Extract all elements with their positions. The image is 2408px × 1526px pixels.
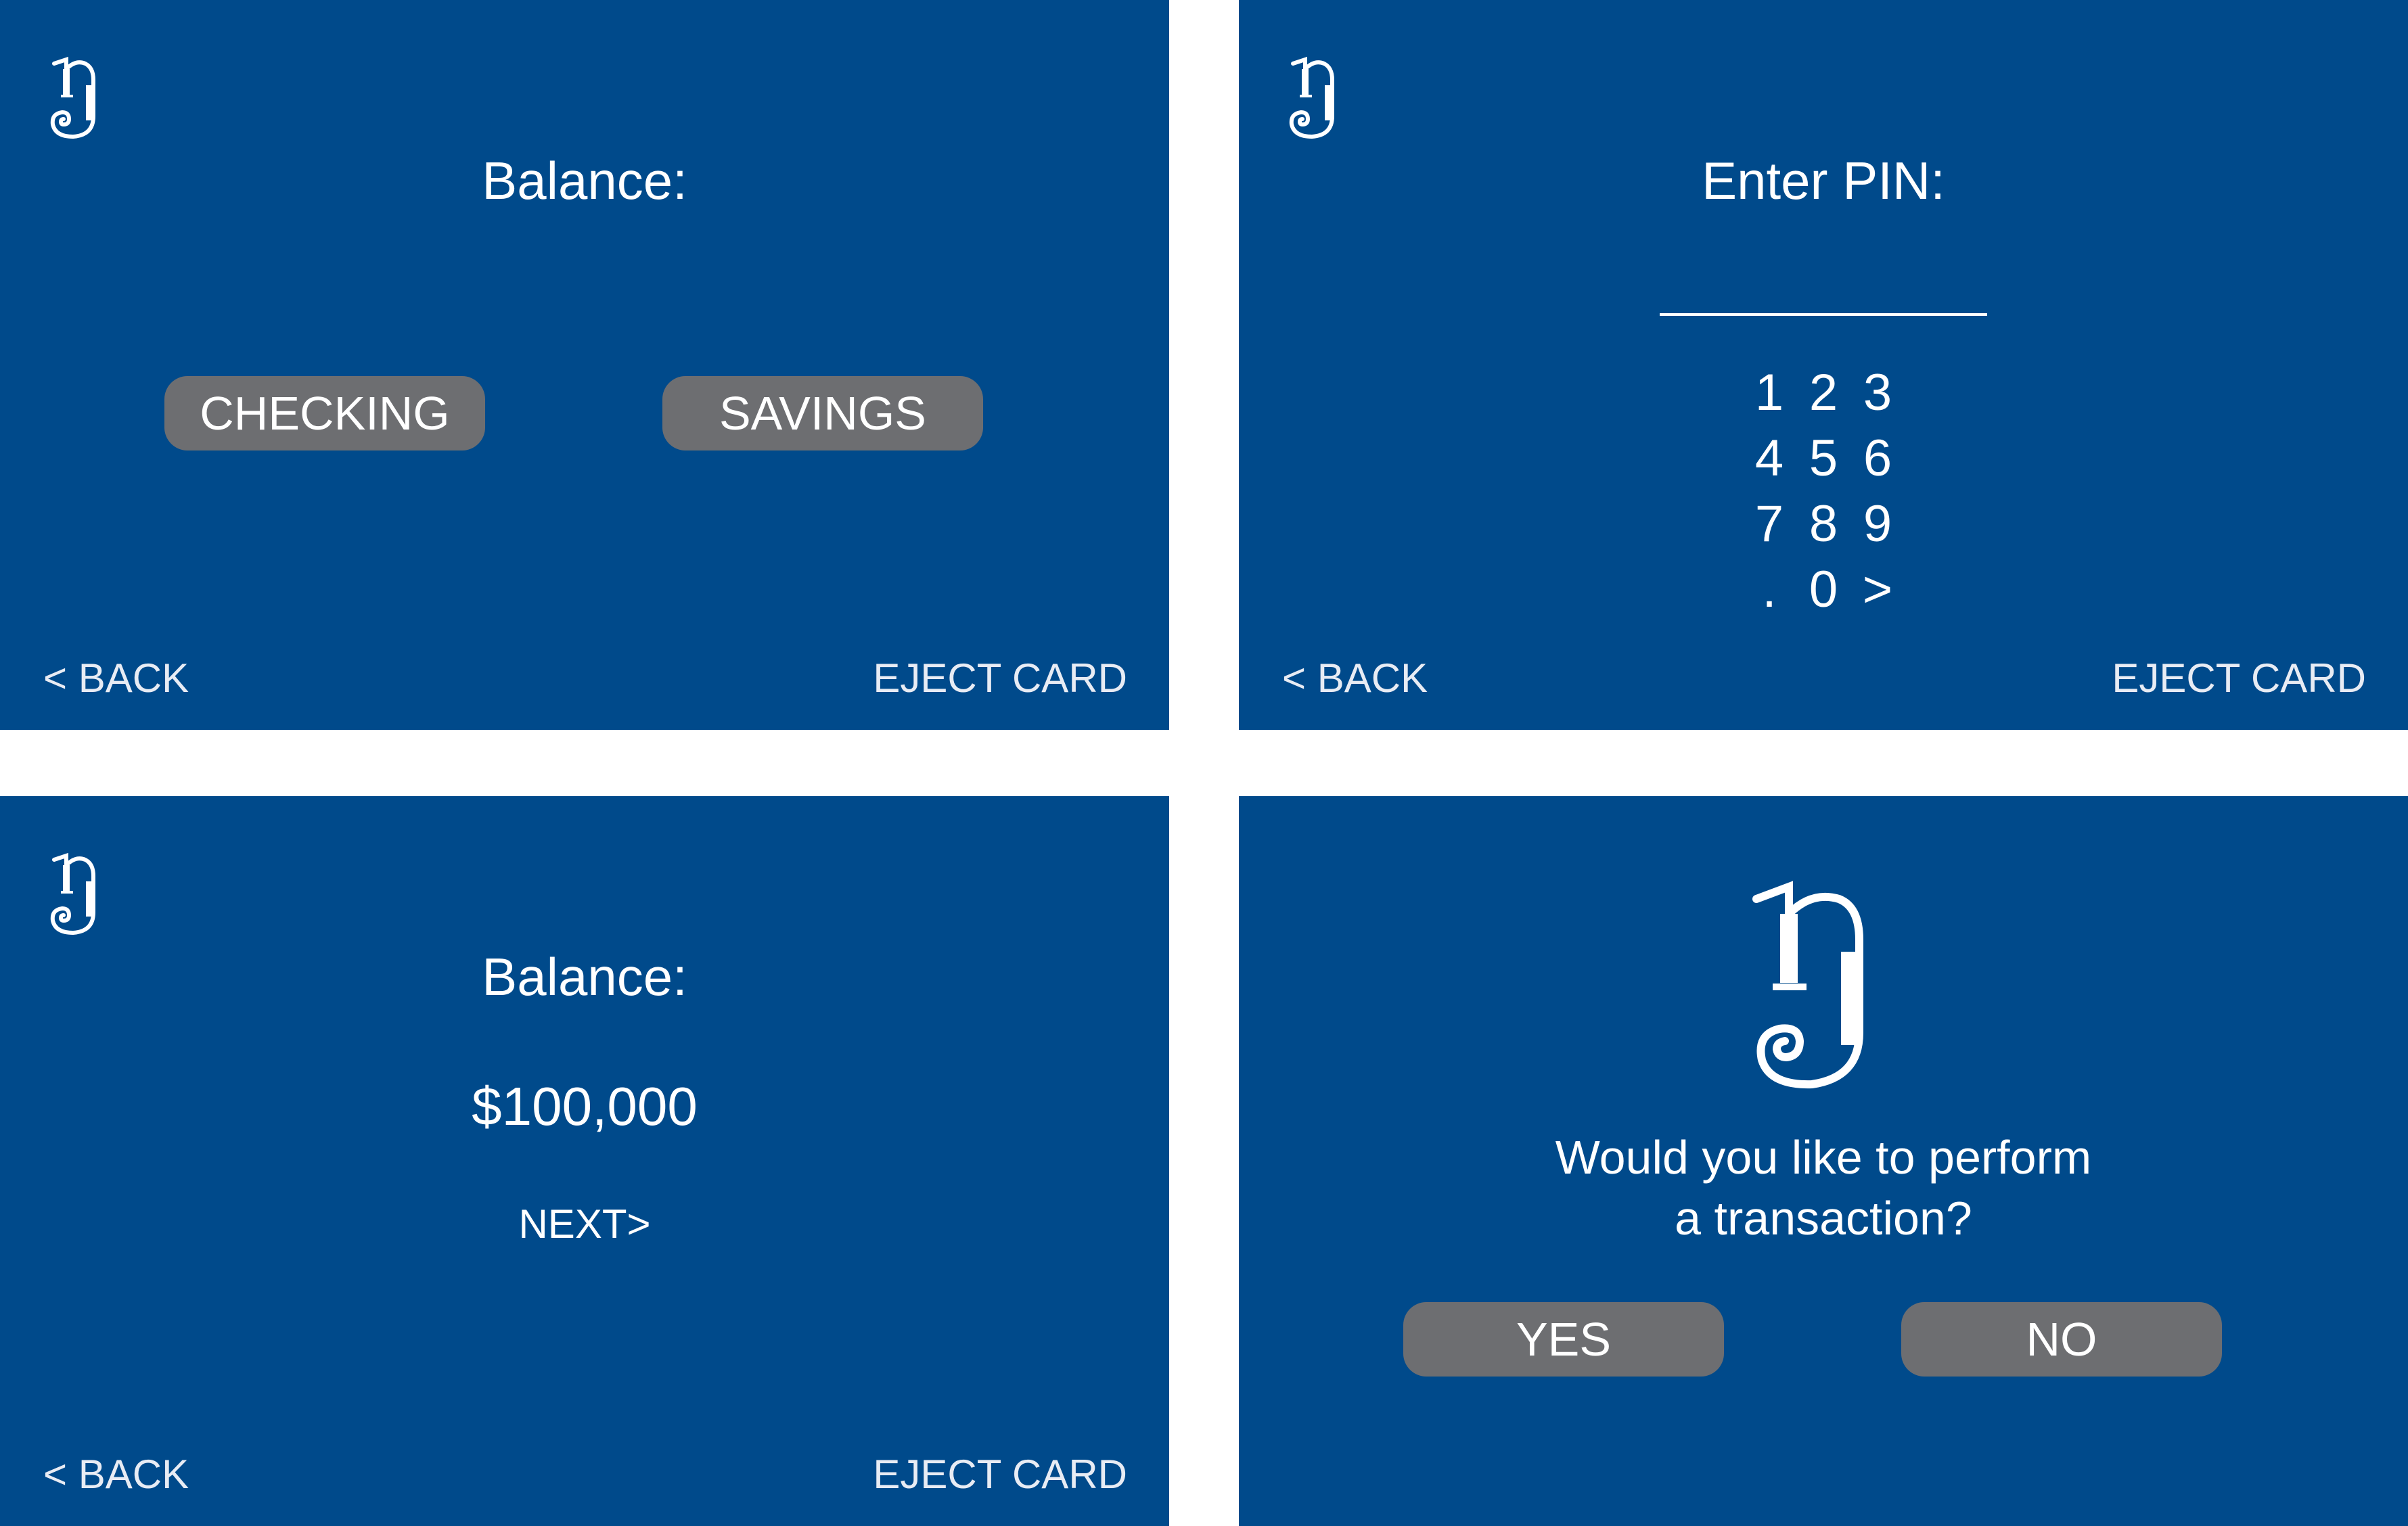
checking-button[interactable]: CHECKING [164,376,485,450]
keypad-key-0[interactable]: 0 [1796,557,1850,622]
question-line-2: a transaction? [1675,1192,1972,1245]
bank-logo-icon [1285,46,1353,141]
back-button[interactable]: < BACK [1282,655,1428,701]
question-line-1: Would you like to perform [1555,1131,2092,1184]
balance-select-screen: Balance: CHECKING SAVINGS < BACK EJECT C… [0,0,1169,730]
balance-heading: Balance: [482,947,687,1007]
balance-heading: Balance: [482,151,687,210]
pin-entry-screen: Enter PIN: 1 2 3 4 5 6 7 8 9 . 0 > < BAC… [1239,0,2408,730]
balance-amount: $100,000 [472,1076,698,1136]
savings-button[interactable]: SAVINGS [662,376,983,450]
transaction-question: Would you like to perform a transaction? [1239,1127,2408,1249]
keypad-key-6[interactable]: 6 [1850,425,1905,491]
bank-logo-icon [1736,864,1912,1094]
balance-display-screen: Balance: $100,000 NEXT> < BACK EJECT CAR… [0,796,1169,1526]
keypad-key-1[interactable]: 1 [1742,360,1796,425]
enter-pin-heading: Enter PIN: [1702,151,1945,210]
keypad-key-4[interactable]: 4 [1742,425,1796,491]
transaction-prompt-screen: Would you like to perform a transaction?… [1239,796,2408,1526]
bank-logo-icon [46,46,114,141]
back-button[interactable]: < BACK [43,1451,189,1498]
yes-button[interactable]: YES [1403,1302,1724,1377]
no-button[interactable]: NO [1901,1302,2222,1377]
keypad-key-8[interactable]: 8 [1796,491,1850,557]
keypad-key-decimal[interactable]: . [1742,557,1796,622]
bank-logo-icon [46,842,114,937]
pin-input-field[interactable] [1660,313,1987,316]
keypad-key-enter[interactable]: > [1850,557,1905,622]
eject-card-button[interactable]: EJECT CARD [2112,655,2366,701]
keypad-key-7[interactable]: 7 [1742,491,1796,557]
back-button[interactable]: < BACK [43,655,189,701]
next-button[interactable]: NEXT> [0,1201,1169,1247]
keypad-key-3[interactable]: 3 [1850,360,1905,425]
pin-keypad: 1 2 3 4 5 6 7 8 9 . 0 > [1742,360,1905,622]
keypad-key-2[interactable]: 2 [1796,360,1850,425]
keypad-key-9[interactable]: 9 [1850,491,1905,557]
eject-card-button[interactable]: EJECT CARD [873,1451,1127,1498]
eject-card-button[interactable]: EJECT CARD [873,655,1127,701]
keypad-key-5[interactable]: 5 [1796,425,1850,491]
